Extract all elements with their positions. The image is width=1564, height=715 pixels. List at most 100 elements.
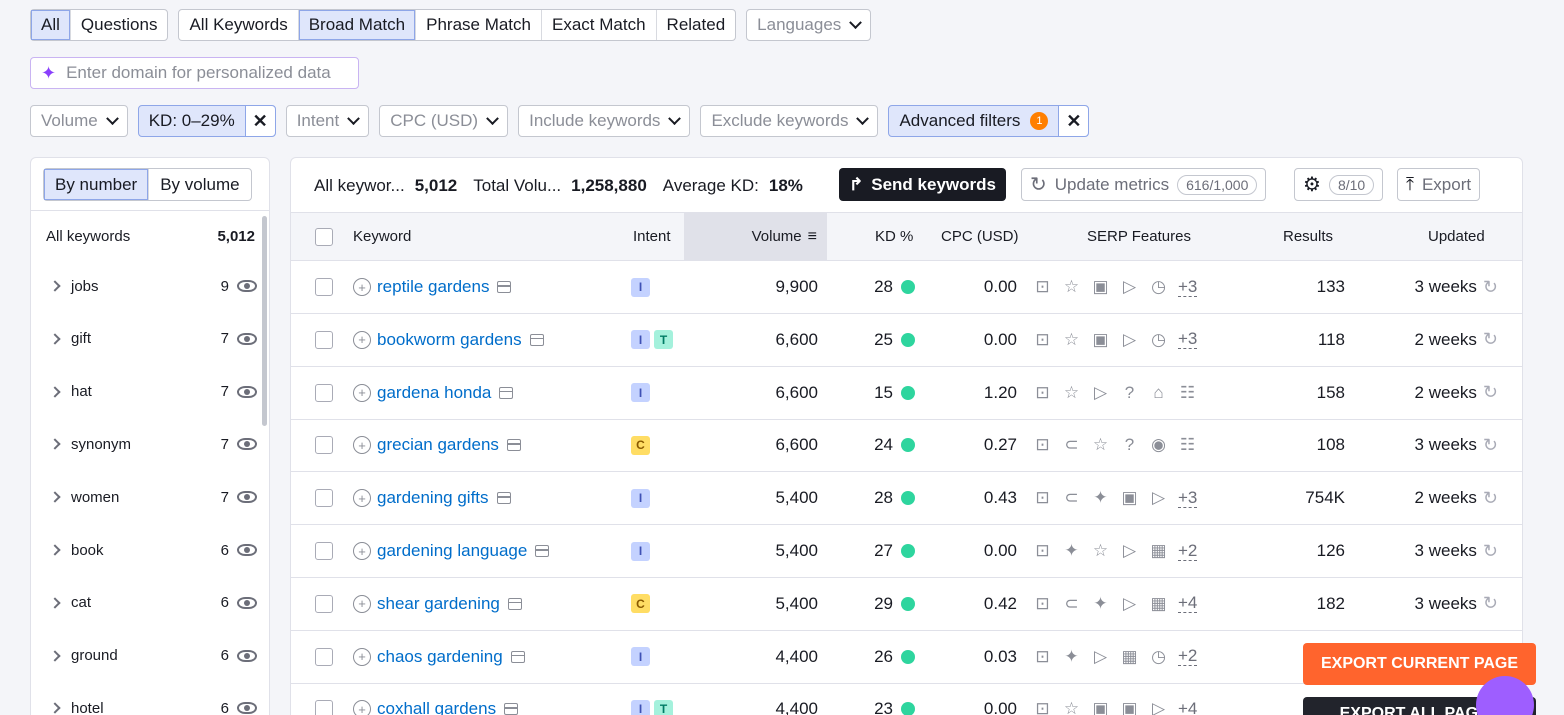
serp-analysis-icon[interactable]: ⊡ (1033, 699, 1052, 715)
row-checkbox[interactable] (315, 647, 333, 666)
table-row[interactable]: + gardening language I 5,400 27 0.00 ⊡ ✦ ☆ ▷ ▦ +2 12… (291, 525, 1522, 578)
keyword-link[interactable]: grecian gardens (377, 435, 499, 455)
row-checkbox[interactable] (315, 542, 333, 560)
sidebar-group-item[interactable]: gift 7 (49, 327, 257, 351)
keyword-link[interactable]: reptile gardens (377, 277, 489, 297)
tab-broad-match[interactable]: Broad Match (298, 10, 417, 40)
col-cpc[interactable]: CPC (USD) (941, 213, 1019, 260)
sidebar-scrollbar[interactable] (262, 216, 267, 426)
advanced-filters-chip[interactable]: Advanced filters 1 ✕ (888, 105, 1090, 137)
volume-filter[interactable]: Volume (30, 105, 128, 137)
chevron-right-icon[interactable] (49, 491, 61, 503)
row-checkbox[interactable] (315, 330, 333, 349)
exclude-keywords-filter[interactable]: Exclude keywords (700, 105, 879, 137)
refresh-icon[interactable]: ↻ (1483, 488, 1498, 509)
col-intent[interactable]: Intent (633, 213, 671, 260)
eye-icon[interactable] (237, 544, 257, 556)
add-to-list-icon[interactable]: + (353, 436, 371, 455)
chevron-right-icon[interactable] (49, 597, 61, 609)
add-to-list-icon[interactable]: + (353, 330, 371, 349)
tab-questions[interactable]: Questions (71, 10, 168, 40)
close-icon[interactable]: ✕ (1058, 106, 1089, 136)
col-results[interactable]: Results (1283, 213, 1333, 260)
serp-more-link[interactable]: +3 (1178, 488, 1198, 508)
serp-more-link[interactable]: +2 (1178, 541, 1198, 561)
row-checkbox[interactable] (315, 436, 333, 455)
serp-snapshot-icon[interactable] (535, 545, 550, 557)
tab-all[interactable]: All (31, 10, 71, 40)
serp-more-link[interactable]: +3 (1178, 277, 1198, 297)
chevron-right-icon[interactable] (49, 649, 61, 662)
col-kd[interactable]: KD % (875, 213, 913, 260)
row-checkbox[interactable] (315, 489, 333, 508)
tab-phrase-match[interactable]: Phrase Match (416, 10, 542, 40)
tab-all-keywords[interactable]: All Keywords (179, 10, 299, 40)
serp-more-link[interactable]: +3 (1178, 330, 1198, 350)
checkbox[interactable] (315, 227, 333, 246)
keyword-link[interactable]: gardening language (377, 541, 527, 561)
eye-icon[interactable] (237, 385, 257, 398)
update-metrics-button[interactable]: ↻ Update metrics 616/1,000 (1021, 168, 1267, 201)
serp-analysis-icon[interactable]: ⊡ (1033, 330, 1052, 350)
chevron-right-icon[interactable] (49, 544, 61, 556)
table-row[interactable]: + gardena honda I 6,600 15 1.20 ⊡ ☆ ▷? ⌂ ☷ 158 2 wee… (291, 367, 1522, 420)
table-row[interactable]: + grecian gardens C 6,600 24 0.27 ⊡ ⊂ ☆? ◉ ☷ 108 3 w… (291, 419, 1522, 473)
serp-snapshot-icon[interactable] (496, 492, 511, 505)
sidebar-group-item[interactable]: book 6 (49, 538, 257, 562)
by-number-button[interactable]: By number (44, 169, 149, 200)
eye-icon[interactable] (237, 332, 257, 345)
by-volume-button[interactable]: By volume (148, 169, 250, 200)
row-checkbox[interactable] (315, 700, 333, 715)
keyword-link[interactable]: shear gardening (377, 594, 500, 614)
row-checkbox[interactable] (315, 278, 333, 296)
tab-exact-match[interactable]: Exact Match (542, 10, 657, 40)
serp-snapshot-icon[interactable] (499, 386, 514, 399)
chevron-right-icon[interactable] (49, 438, 61, 451)
select-all-checkbox[interactable] (315, 213, 333, 260)
serp-analysis-icon[interactable]: ⊡ (1033, 594, 1052, 614)
eye-icon[interactable] (237, 649, 257, 662)
send-keywords-button[interactable]: ↱ Send keywords (839, 168, 1006, 201)
eye-icon[interactable] (237, 280, 257, 292)
table-row[interactable]: + reptile gardens I 9,900 28 0.00 ⊡ ☆ ▣ ▷ ◷ +3 133 3 … (291, 261, 1522, 314)
serp-snapshot-icon[interactable] (497, 281, 512, 293)
keyword-link[interactable]: gardening gifts (377, 488, 489, 508)
serp-more-link[interactable]: +2 (1178, 647, 1198, 667)
table-row[interactable]: + shear gardening C 5,400 29 0.42 ⊡ ⊂ ✦ ▷ ▦ +4 182 3 … (291, 578, 1522, 631)
refresh-icon[interactable]: ↻ (1483, 541, 1498, 562)
eye-icon[interactable] (237, 596, 257, 609)
sidebar-group-item[interactable]: ground 6 (49, 644, 257, 668)
languages-dropdown[interactable]: Languages (746, 9, 872, 41)
serp-analysis-icon[interactable]: ⊡ (1033, 488, 1052, 508)
sidebar-group-item[interactable]: cat 6 (49, 591, 257, 615)
col-serp-features[interactable]: SERP Features (1087, 213, 1191, 260)
eye-icon[interactable] (237, 438, 257, 451)
serp-analysis-icon[interactable]: ⊡ (1033, 277, 1052, 297)
tab-related[interactable]: Related (657, 10, 736, 40)
keyword-link[interactable]: gardena honda (377, 383, 491, 403)
row-checkbox[interactable] (315, 594, 333, 613)
chevron-right-icon[interactable] (49, 280, 61, 292)
kd-filter-chip[interactable]: KD: 0–29% ✕ (137, 105, 276, 137)
sidebar-group-item[interactable]: women 7 (49, 485, 257, 509)
keyword-link[interactable]: bookworm gardens (377, 330, 522, 350)
refresh-icon[interactable]: ↻ (1483, 593, 1498, 614)
close-icon[interactable]: ✕ (244, 106, 275, 136)
add-to-list-icon[interactable]: + (353, 383, 371, 402)
export-button[interactable]: ⤒ Export (1397, 168, 1481, 201)
eye-icon[interactable] (237, 702, 257, 715)
sidebar-group-item[interactable]: hat 7 (49, 380, 257, 404)
refresh-icon[interactable]: ↻ (1483, 382, 1498, 403)
refresh-icon[interactable]: ↻ (1483, 435, 1498, 456)
keyword-link[interactable]: chaos gardening (377, 647, 503, 667)
add-to-list-icon[interactable]: + (353, 489, 371, 508)
add-to-list-icon[interactable]: + (353, 647, 371, 666)
columns-settings-button[interactable]: ⚙ 8/10 (1294, 168, 1384, 201)
serp-analysis-icon[interactable]: ⊡ (1033, 647, 1052, 667)
domain-input[interactable]: ✦ Enter domain for personalized data (30, 57, 359, 89)
keyword-link[interactable]: coxhall gardens (377, 699, 496, 715)
col-volume[interactable]: Volume ≡ (684, 213, 827, 260)
sidebar-group-item[interactable]: synonym 7 (49, 432, 257, 456)
col-updated[interactable]: Updated (1428, 213, 1485, 260)
chevron-right-icon[interactable] (49, 333, 61, 345)
